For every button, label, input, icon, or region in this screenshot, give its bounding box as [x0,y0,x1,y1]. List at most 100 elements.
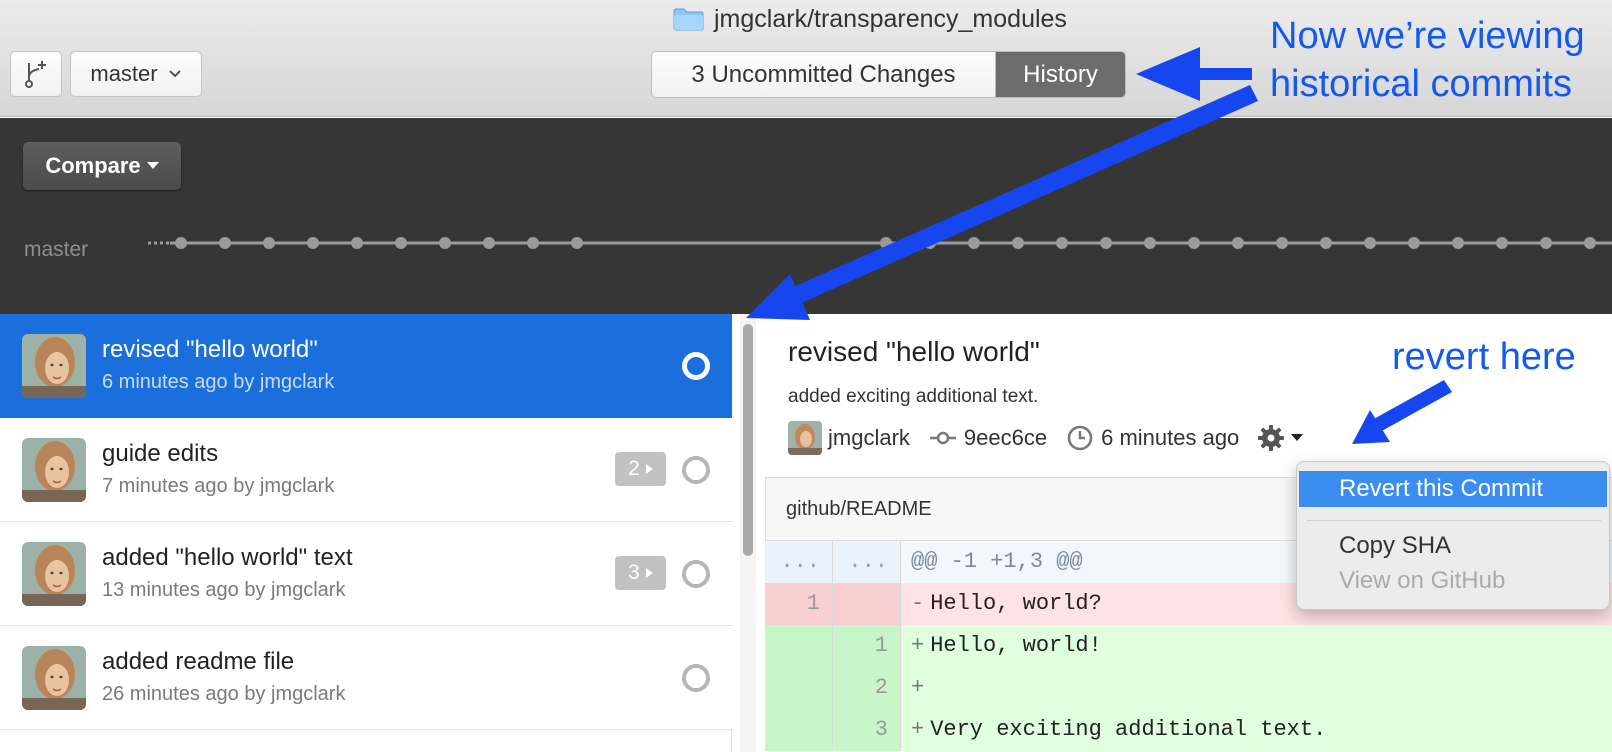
timeline-commit-dot[interactable] [1232,237,1244,249]
caret-right-icon [645,568,653,578]
timeline-commit-dot[interactable] [483,237,495,249]
commit-row[interactable]: guide edits 7 minutes ago by jmgclark 2 [0,418,732,522]
timeline-commit-dot[interactable] [307,237,319,249]
diff-code: + Hello, world! [901,625,1102,667]
diff-text: Very exciting additional text. [930,717,1327,742]
file-name: github/README [786,498,932,520]
timeline-commit-dot[interactable] [1584,237,1596,249]
diff-added-line: 2 + [765,667,1612,709]
timeline-commit-dot[interactable] [1276,237,1288,249]
commit-radio[interactable] [682,352,710,380]
diff-code: - Hello, world? [901,583,1102,625]
tab-uncommitted-changes[interactable]: 3 Uncommitted Changes [652,52,996,97]
timeline-commit-dot[interactable] [1056,237,1068,249]
commit-meta: 26 minutes ago by jmgclark [102,683,346,705]
commit-timeline[interactable] [0,228,1612,258]
commit-author: jmgclark [828,425,910,450]
menu-item-copy-sha[interactable]: Copy SHA [1339,532,1451,560]
diff-text: Hello, world? [930,591,1102,616]
avatar [22,334,86,398]
compare-panel: Compare master [0,118,1612,314]
commit-radio[interactable] [682,456,710,484]
timeline-commit-dot[interactable] [351,237,363,249]
diff-added-line: 3 + Very exciting additional text. [765,709,1612,751]
commit-title: revised "hello world" [788,336,1040,367]
commit-description: added exciting additional text. [788,386,1039,407]
diff-sign: + [911,675,925,700]
commit-row[interactable]: added "hello world" text 13 minutes ago b… [0,522,732,626]
caret-down-icon [146,162,159,169]
timeline-commit-dot[interactable] [1364,237,1376,249]
old-line-number [765,667,833,709]
diff-code: + [901,667,930,709]
timeline-commit-dot[interactable] [439,237,451,249]
diff-sign: - [911,591,925,616]
commit-radio[interactable] [682,664,710,692]
folder-icon [673,8,704,30]
timeline-commit-dot[interactable] [1144,237,1156,249]
commit-count: 3 [628,561,640,584]
commit-count-badge[interactable]: 3 [615,556,666,590]
menu-item-view-on-github: View on GitHub [1339,567,1506,594]
timeline-commit-dot[interactable] [175,237,187,249]
timeline-commit-dot[interactable] [1540,237,1552,249]
commit-list: revised "hello world" 6 minutes ago by jm… [0,314,732,752]
timeline-commit-dot[interactable] [968,237,980,249]
scroll-thumb[interactable] [743,324,753,556]
diff-added-line: 1 + Hello, world! [765,625,1612,667]
repo-title-text: jmgclark/transparency_modules [714,4,1067,33]
branch-select[interactable]: master [70,51,202,97]
commit-meta: 7 minutes ago by jmgclark [102,475,335,497]
menu-item-revert-commit[interactable]: Revert this Commit [1299,471,1607,507]
diff-code: + Very exciting additional text. [901,709,1326,751]
commit-context-menu: Revert this Commit Copy SHA View on GitH… [1296,461,1610,610]
new-branch-button[interactable] [10,51,62,97]
new-line-number: 2 [833,667,901,709]
commit-title: added "hello world" text [102,544,353,571]
timeline-commit-dot[interactable] [924,237,936,249]
caret-down-icon [1291,434,1304,441]
new-line-number: 1 [833,625,901,667]
commit-row[interactable]: added readme file 26 minutes ago by jmgcl… [0,626,732,730]
timeline-commit-dot[interactable] [1496,237,1508,249]
timeline-commit-dot[interactable] [1188,237,1200,249]
commit-icon [929,431,956,445]
new-line-number: ... [833,541,901,583]
repo-title: jmgclark/transparency_modules [673,4,1067,34]
tab-history[interactable]: History [996,52,1125,97]
diff-text: Hello, world! [930,633,1102,658]
clock-icon [1067,425,1093,451]
commit-actions-button[interactable] [1257,424,1304,452]
timeline-commit-dot[interactable] [880,237,892,249]
timeline-commit-dot[interactable] [571,237,583,249]
commit-radio[interactable] [682,560,710,588]
avatar [22,542,86,606]
commit-count-badge[interactable]: 2 [615,452,666,486]
timeline-commit-dot[interactable] [1452,237,1464,249]
commit-time: 6 minutes ago [1101,425,1240,450]
timeline-commit-dot[interactable] [1012,237,1024,249]
menu-divider [1307,520,1601,521]
old-line-number [765,709,833,751]
commit-list-scrollbar[interactable] [740,314,756,752]
commit-meta: jmgclark 9eec6ce 6 minutes ago [788,421,1304,455]
timeline-commit-dot[interactable] [1100,237,1112,249]
commit-row[interactable]: revised "hello world" 6 minutes ago by jm… [0,314,732,418]
timeline-commit-dot[interactable] [395,237,407,249]
timeline-commit-dot[interactable] [1320,237,1332,249]
diff-sign: + [911,633,925,658]
old-line-number: 1 [765,583,833,625]
annotation-history-line-2: historical commits [1270,63,1572,105]
diff-code: @@ -1 +1,3 @@ [911,549,1083,574]
annotation-revert: revert here [1392,336,1576,378]
timeline-commit-dot[interactable] [1408,237,1420,249]
timeline-commit-dot[interactable] [219,237,231,249]
commit-title: added readme file [102,648,295,675]
commit-sha: 9eec6ce [963,425,1048,450]
author-avatar [788,421,822,455]
gear-icon [1258,425,1285,451]
commit-title: revised "hello world" [102,336,318,363]
compare-button[interactable]: Compare [23,142,181,190]
timeline-commit-dot[interactable] [527,237,539,249]
timeline-commit-dot[interactable] [263,237,275,249]
